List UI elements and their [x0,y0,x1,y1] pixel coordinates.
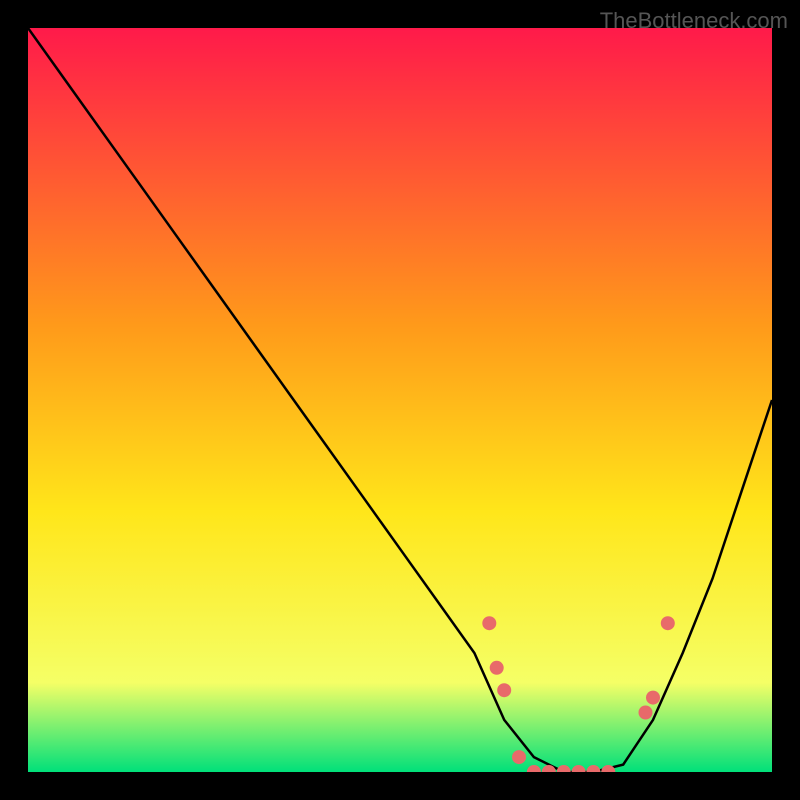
data-marker [497,683,511,697]
chart-container [28,28,772,772]
watermark-text: TheBottleneck.com [600,8,788,34]
data-marker [639,706,653,720]
chart-svg [28,28,772,772]
data-marker [512,750,526,764]
data-marker [482,616,496,630]
gradient-background [28,28,772,772]
data-marker [661,616,675,630]
data-marker [646,691,660,705]
data-marker [490,661,504,675]
